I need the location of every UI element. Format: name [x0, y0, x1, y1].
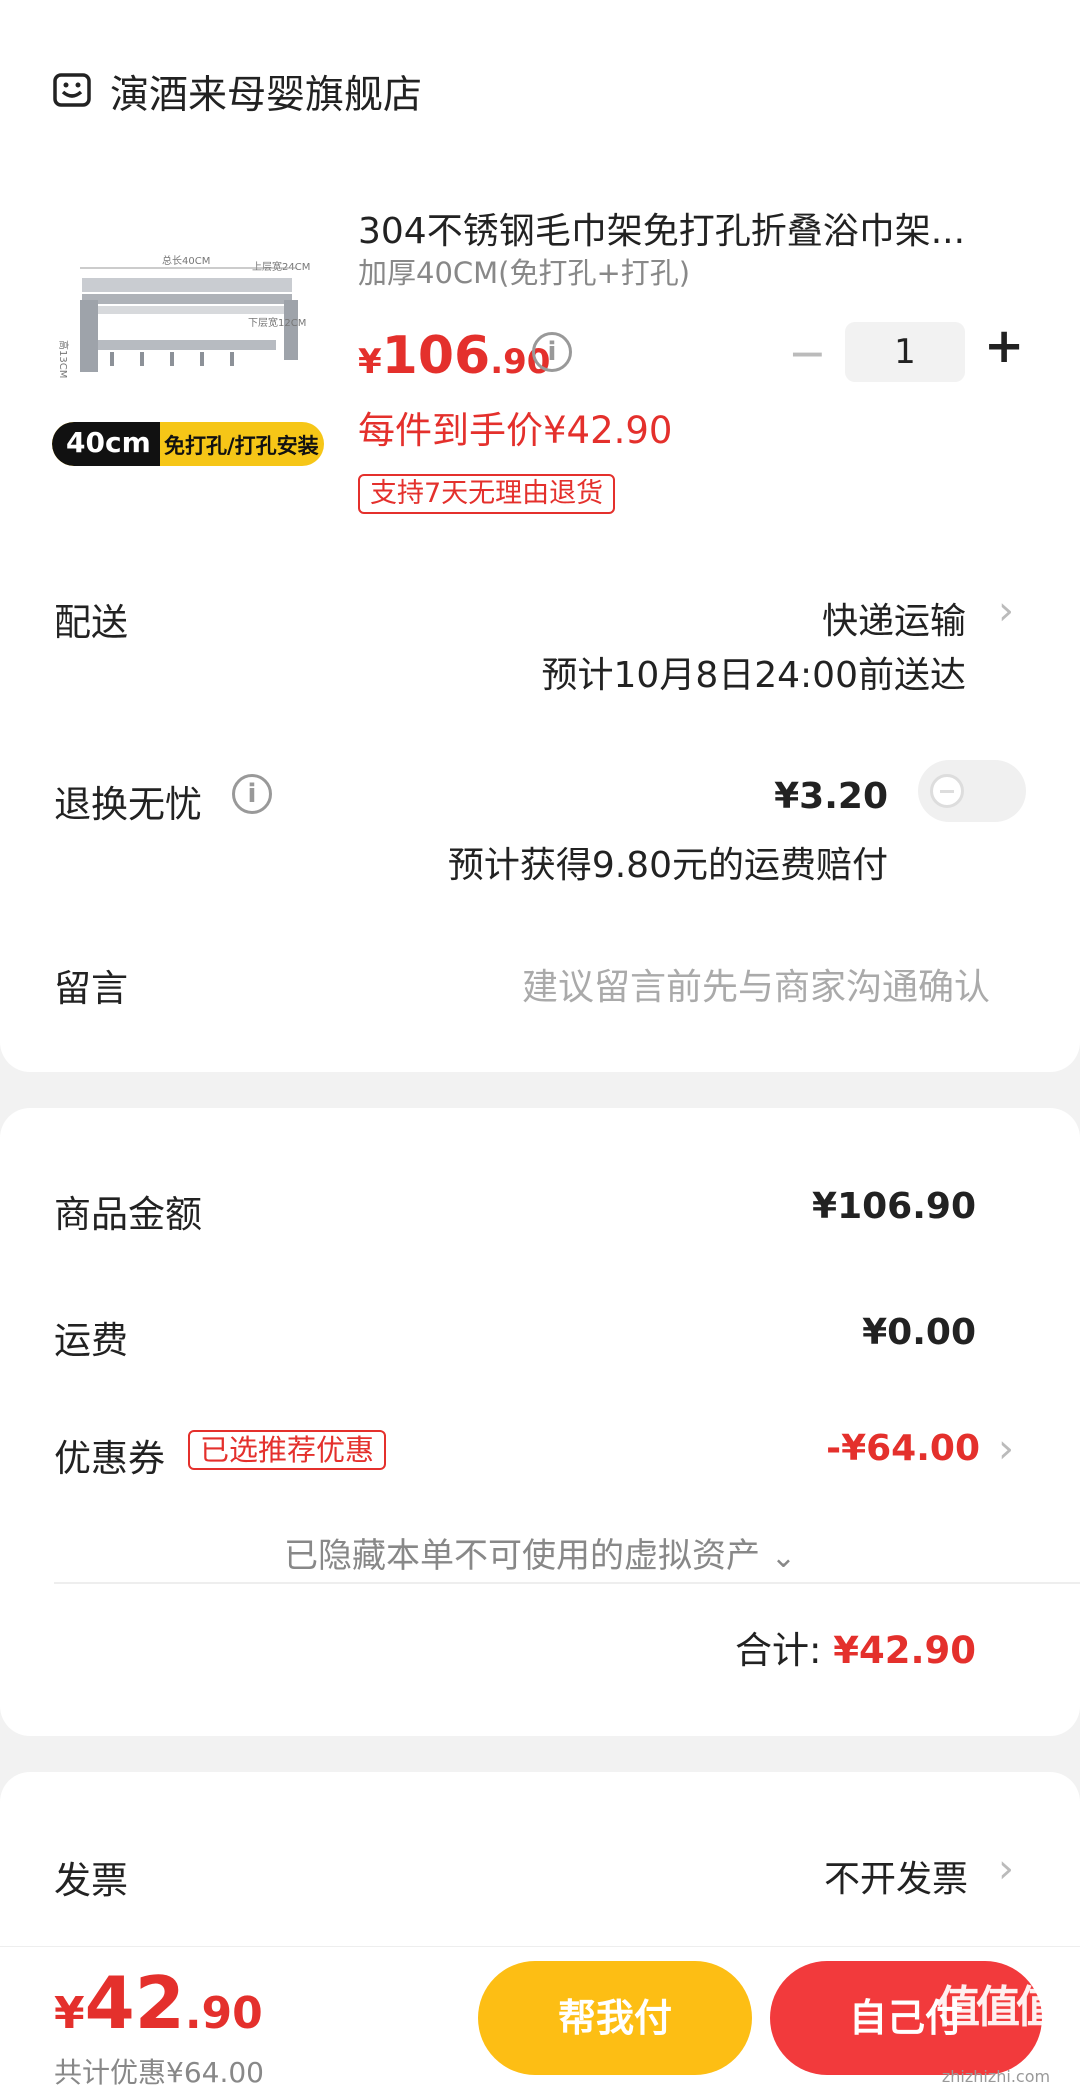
watermark-url: zhizhizhi.com — [941, 2067, 1051, 2086]
watermark-logo: 值值值 zhizhizhi.com — [936, 1971, 1060, 2086]
svg-text:下层宽12CM: 下层宽12CM — [248, 316, 306, 329]
product-image-size-badge: 40cm 免打孔/打孔安装 — [52, 422, 324, 466]
delivery-label: 配送 — [54, 601, 128, 644]
bottom-price-integer: 42 — [84, 1961, 185, 2045]
image-size-label: 40cm — [66, 426, 151, 459]
help-pay-button[interactable]: 帮我付 — [478, 1961, 752, 2075]
unit-price-line: 每件到手价¥42.90 — [358, 409, 673, 452]
bottom-pay-bar: ¥42.90 共计优惠¥64.00 帮我付 自己付 值值值 zhizhizhi.… — [0, 1946, 1080, 2097]
quantity-plus-button[interactable]: + — [984, 318, 1024, 374]
delivery-method[interactable]: 快递运输 — [822, 592, 966, 644]
watermark-text: 值值值 — [936, 1982, 1060, 2033]
shipping-label: 运费 — [54, 1319, 128, 1362]
price-info-icon[interactable]: i — [532, 332, 572, 372]
summary-divider — [54, 1582, 1080, 1584]
shop-icon — [52, 70, 92, 110]
invoice-label: 发票 — [54, 1859, 128, 1902]
product-spec[interactable]: 加厚40CM(免打孔+打孔) — [358, 250, 690, 292]
return-insurance-info-icon[interactable]: i — [232, 774, 272, 814]
goods-amount-value: ¥106.90 — [812, 1186, 976, 1227]
quantity-minus-button[interactable]: − — [788, 326, 827, 380]
message-label: 留言 — [54, 967, 128, 1010]
coupon-chevron-icon[interactable]: › — [998, 1426, 1014, 1472]
delivery-eta: 预计10月8日24:00前送达 — [541, 655, 966, 696]
price-summary-card: 商品金额 ¥106.90 运费 ¥0.00 优惠券 已选推荐优惠 -¥64.00… — [0, 1108, 1080, 1736]
message-input[interactable]: 建议留言前先与商家沟通确认 — [522, 958, 990, 1010]
coupon-value[interactable]: -¥64.00 — [826, 1428, 980, 1469]
delivery-chevron-icon[interactable]: › — [998, 588, 1014, 634]
shipping-value: ¥0.00 — [862, 1312, 976, 1353]
bottom-discount-note: 共计优惠¥64.00 — [54, 2056, 264, 2089]
total-row: 合计: ¥42.90 — [735, 1620, 976, 1674]
total-label: 合计: — [734, 1629, 822, 1672]
shop-name[interactable]: 演酒来母婴旗舰店 — [110, 64, 422, 120]
image-install-label: 免打孔/打孔安装 — [164, 434, 319, 458]
hidden-assets-text: 已隐藏本单不可使用的虚拟资产 — [284, 1536, 761, 1576]
coupon-tag: 已选推荐优惠 — [188, 1430, 387, 1470]
invoice-value[interactable]: 不开发票 — [824, 1850, 968, 1902]
product-price: ¥106.90 — [358, 326, 550, 386]
price-currency: ¥ — [358, 342, 382, 382]
return-policy-tag: 支持7天无理由退货 — [358, 474, 616, 514]
total-value: ¥42.90 — [833, 1629, 976, 1672]
return-insurance-label: 退换无忧 — [54, 783, 202, 826]
quantity-field[interactable]: 1 — [845, 322, 965, 382]
hidden-assets-toggle[interactable]: 已隐藏本单不可使用的虚拟资产 ⌄ — [0, 1528, 1080, 1577]
return-insurance-price: ¥3.20 — [774, 776, 888, 817]
product-title[interactable]: 304不锈钢毛巾架免打孔折叠浴巾架... — [358, 202, 965, 254]
bottom-total-price: ¥42.90 — [54, 1961, 263, 2045]
goods-amount-label: 商品金额 — [54, 1193, 202, 1236]
chevron-down-icon: ⌄ — [770, 1540, 796, 1575]
return-insurance-toggle[interactable] — [918, 760, 1026, 822]
toggle-knob — [930, 774, 964, 808]
image-dim-top: 总长40CM — [162, 254, 210, 267]
invoice-chevron-icon[interactable]: › — [998, 1846, 1014, 1892]
bottom-price-decimal: .90 — [184, 1988, 263, 2039]
svg-text:上层宽24CM: 上层宽24CM — [252, 260, 310, 273]
price-integer: 106 — [381, 326, 491, 386]
bottom-price-currency: ¥ — [54, 1988, 85, 2039]
order-item-card: 演酒来母婴旗舰店 总长40CM 上层宽24CM 下层宽12CM 高13CM 40… — [0, 0, 1080, 1072]
coupon-label: 优惠券 — [54, 1437, 165, 1480]
return-insurance-note: 预计获得9.80元的运费赔付 — [447, 845, 888, 886]
svg-text:高13CM: 高13CM — [57, 340, 70, 378]
